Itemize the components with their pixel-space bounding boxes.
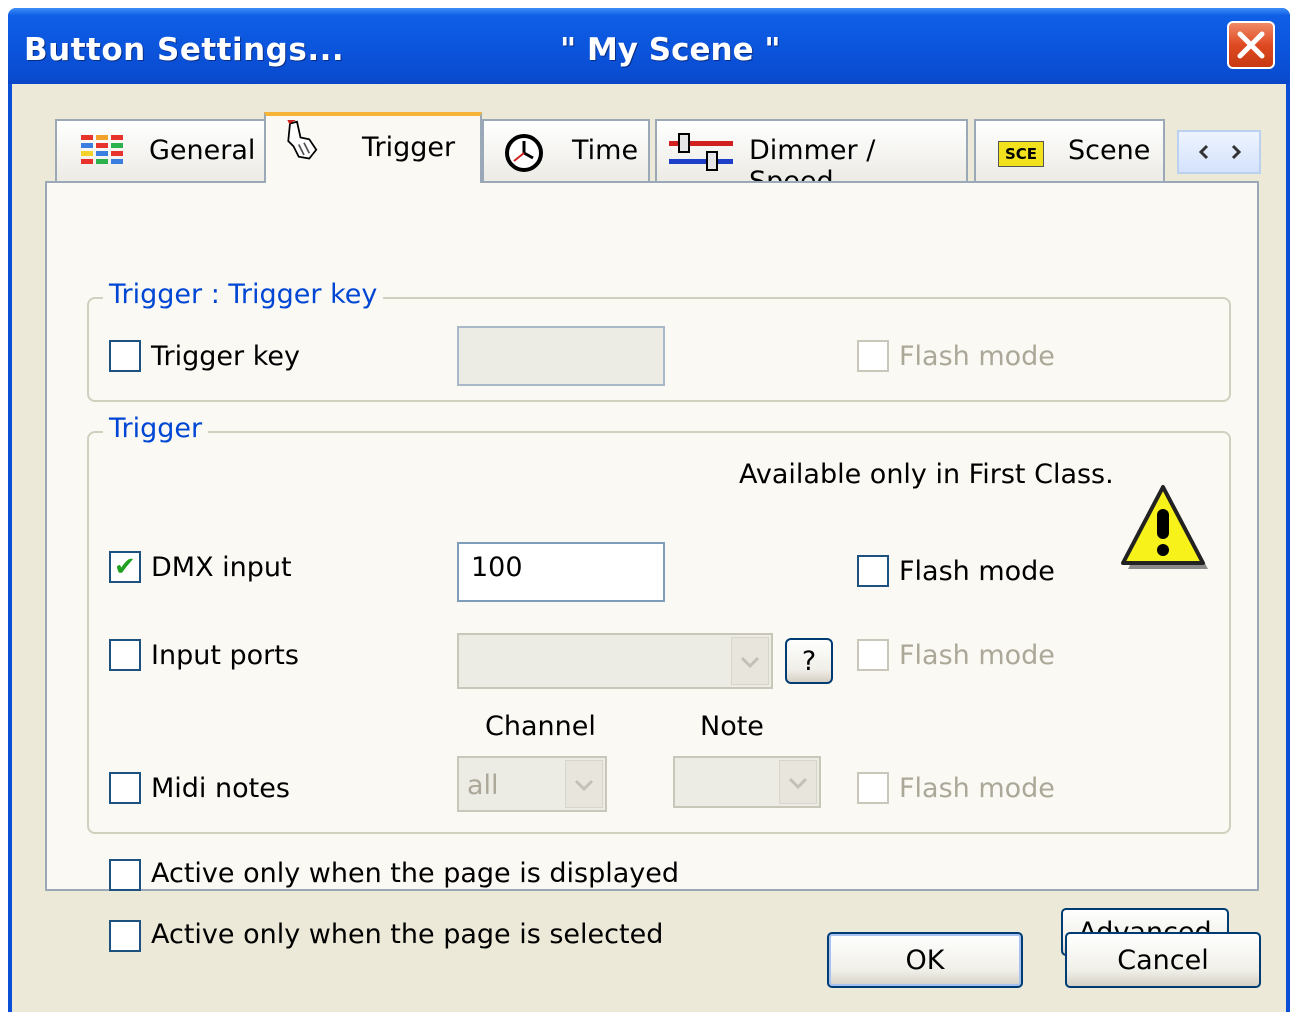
chevron-down-icon — [740, 656, 760, 669]
sce-icon: SCE — [998, 141, 1044, 167]
midi-note-select[interactable] — [673, 756, 821, 808]
tab-time[interactable]: Time — [482, 119, 650, 181]
tab-scene-label: Scene — [1068, 135, 1151, 166]
channel-label: Channel — [485, 711, 596, 742]
input-ports-checkbox[interactable] — [109, 639, 141, 671]
dmx-input-field[interactable]: 100 — [457, 542, 665, 602]
midi-channel-select[interactable]: all — [457, 756, 607, 812]
midi-flash-label: Flash mode — [899, 773, 1055, 804]
tab-time-label: Time — [572, 135, 639, 166]
first-class-notice: Available only in First Class. — [739, 459, 1114, 490]
active-page-displayed-label: Active only when the page is displayed — [151, 858, 679, 889]
input-ports-flash-checkbox[interactable] — [857, 639, 889, 671]
warning-icon — [1121, 485, 1208, 569]
chevron-down-icon — [574, 779, 594, 792]
dmx-input-label: DMX input — [151, 552, 292, 583]
arrow-right-icon[interactable] — [1231, 144, 1242, 160]
tab-scene[interactable]: SCE Scene — [974, 119, 1165, 181]
trigger-group-legend: Trigger — [103, 413, 209, 444]
clock-icon — [505, 134, 543, 172]
cancel-button[interactable]: Cancel — [1065, 932, 1261, 988]
midi-notes-label: Midi notes — [151, 773, 290, 804]
trigger-key-label: Trigger key — [151, 341, 300, 372]
input-ports-help-button[interactable]: ? — [785, 638, 833, 684]
chevron-down-icon — [788, 777, 808, 790]
title-bar[interactable]: Button Settings... " My Scene " — [8, 8, 1290, 84]
ok-button[interactable]: OK — [827, 932, 1023, 988]
midi-flash-checkbox[interactable] — [857, 772, 889, 804]
active-page-selected-label: Active only when the page is selected — [151, 919, 664, 950]
active-page-selected-checkbox[interactable] — [109, 920, 141, 952]
trigger-key-field[interactable] — [457, 326, 665, 386]
midi-notes-checkbox[interactable] — [109, 772, 141, 804]
dmx-flash-label: Flash mode — [899, 556, 1055, 587]
dmx-input-checkbox[interactable]: ✔ — [109, 551, 141, 583]
tab-panel-trigger: Trigger : Trigger key Trigger key Flash … — [45, 181, 1259, 956]
dmx-flash-checkbox[interactable] — [857, 555, 889, 587]
tab-general[interactable]: General — [55, 119, 266, 181]
tab-trigger-label: Trigger — [362, 132, 456, 163]
dialog-window: Button Settings... " My Scene " General — [8, 8, 1290, 1012]
trigger-key-flash-label: Flash mode — [899, 341, 1055, 372]
trigger-key-group-legend: Trigger : Trigger key — [103, 279, 384, 310]
window-title: Button Settings... — [24, 32, 345, 68]
midi-note-dropdown[interactable] — [779, 760, 817, 804]
close-button[interactable] — [1227, 21, 1275, 69]
arrow-left-icon[interactable] — [1198, 144, 1209, 160]
sliders-icon — [669, 133, 733, 171]
note-label: Note — [700, 711, 764, 742]
input-ports-label: Input ports — [151, 640, 299, 671]
tab-trigger[interactable]: Trigger — [264, 112, 482, 183]
trigger-key-flash-checkbox[interactable] — [857, 340, 889, 372]
dialog-client: General Trigger Time Dimmer / SCE Scene … — [12, 84, 1286, 1012]
tab-dimmer-speed[interactable]: Dimmer / Speed — [655, 119, 968, 197]
color-grid-icon — [81, 135, 123, 164]
midi-channel-value: all — [467, 770, 499, 801]
midi-channel-dropdown[interactable] — [565, 760, 603, 808]
trigger-key-checkbox[interactable] — [109, 340, 141, 372]
tab-scroll-arrows[interactable] — [1177, 130, 1261, 174]
input-ports-flash-label: Flash mode — [899, 640, 1055, 671]
input-ports-dropdown[interactable] — [731, 637, 769, 685]
window-subtitle: " My Scene " — [560, 32, 781, 68]
input-ports-select[interactable] — [457, 633, 773, 689]
active-page-displayed-checkbox[interactable] — [109, 859, 141, 891]
hand-pointer-icon — [287, 120, 318, 160]
close-icon — [1237, 31, 1265, 59]
tab-general-label: General — [149, 135, 256, 166]
